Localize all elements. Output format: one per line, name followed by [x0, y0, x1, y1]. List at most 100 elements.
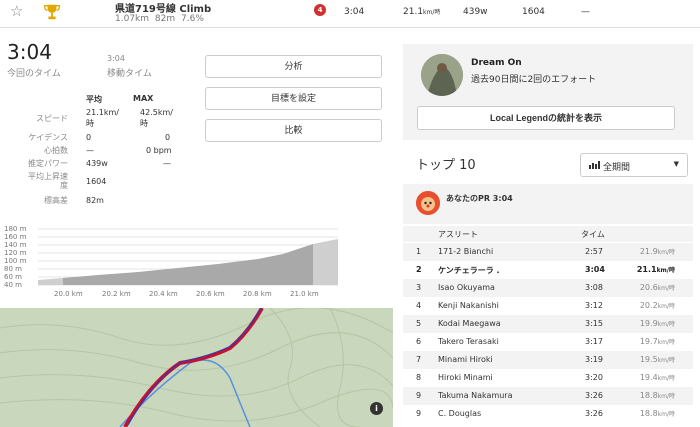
athlete-name[interactable]: ケンチェラーラ . [438, 265, 500, 276]
rank: 9 [416, 391, 422, 400]
leaderboard-row[interactable]: 2 ケンチェラーラ . 3:04 21.1km/時 [403, 261, 693, 279]
local-legend-card: Dream On 過去90日間に2回のエフォート Local Legendの統計… [403, 44, 693, 140]
stat-label-cadence: ケイデンス [28, 133, 68, 142]
leaderboard-row[interactable]: 5 Kodai Maegawa 3:15 19.9km/時 [403, 315, 693, 333]
effort-speed: 20.2km/時 [640, 301, 675, 310]
effort-time: 3:08 [585, 283, 603, 292]
analysis-button[interactable]: 分析 [205, 55, 382, 78]
summary-speed-value: 21.1 [403, 7, 424, 17]
local-legend-stats-button[interactable]: Local Legendの統計を表示 [417, 106, 675, 130]
local-legend-name[interactable]: Dream On [471, 58, 522, 68]
y-tick: 60 m [4, 273, 22, 281]
speed-value: 19.9 [639, 319, 658, 328]
set-goal-button[interactable]: 目標を設定 [205, 87, 382, 110]
rank: 9 [416, 409, 422, 418]
y-tick: 80 m [4, 265, 22, 273]
leaderboard-row[interactable]: 4 Kenji Nakanishi 3:12 20.2km/時 [403, 297, 693, 315]
elevation-after [313, 239, 338, 285]
stat-avg-vam: 1604 [86, 177, 107, 186]
athlete-name[interactable]: 171-2 Bianchi [438, 247, 493, 256]
stat-max-cadence: 0 [165, 133, 171, 142]
effort-time: 3:17 [585, 337, 603, 346]
athlete-name[interactable]: Takuma Nakamura [438, 391, 513, 400]
elevation-profile: 180 m 160 m 140 m 120 m 100 m 80 m 60 m … [0, 222, 395, 304]
segment-summary-row: ☆ 県道719号線 Climb 1.07km 82m 7.6% 4 3:04 2… [0, 0, 700, 28]
athlete-name[interactable]: Hiroki Minami [438, 373, 493, 382]
effort-time: 3:04 [7, 40, 52, 64]
leaderboard-row[interactable]: 6 Takero Terasaki 3:17 19.7km/時 [403, 333, 693, 351]
elevation-chart[interactable] [38, 227, 338, 289]
stat-label-vam: 平均上昇速度 [28, 172, 68, 190]
summary-time: 3:04 [344, 7, 365, 17]
x-tick: 20.2 km [102, 290, 131, 298]
leaderboard-row[interactable]: 9 Takuma Nakamura 3:26 18.8km/時 [403, 387, 693, 405]
segment-map[interactable]: i [0, 308, 393, 427]
stat-avg-elevdiff: 82m [86, 196, 104, 205]
map-terrain [0, 308, 393, 427]
speed-value: 20.6 [639, 283, 658, 292]
athlete-name[interactable]: Kenji Nakanishi [438, 301, 499, 310]
map-info-icon[interactable]: i [370, 402, 383, 415]
star-icon[interactable]: ☆ [10, 2, 23, 20]
segment-grade: 7.6% [181, 14, 204, 24]
pr-avatar[interactable] [416, 191, 440, 215]
athlete-name[interactable]: Isao Okuyama [438, 283, 495, 292]
summary-speed: 21.1km/時 [403, 7, 440, 17]
effort-speed: 21.9km/時 [640, 247, 675, 256]
segment-name-link[interactable]: 県道719号線 Climb [115, 0, 211, 15]
athlete-name[interactable]: Kodai Maegawa [438, 319, 501, 328]
stat-label-heartrate: 心拍数 [44, 146, 68, 155]
summary-power: 439w [463, 7, 488, 17]
col-time: タイム [581, 230, 605, 239]
athlete-name[interactable]: C. Douglas [438, 409, 481, 418]
rank: 3 [416, 283, 422, 292]
col-athlete: アスリート [438, 230, 478, 239]
segment-stats: 1.07km 82m 7.6% [115, 14, 204, 24]
speed-unit: km/時 [657, 249, 675, 256]
stats-col-avg: 平均 [86, 95, 102, 104]
effort-time: 2:57 [585, 247, 603, 256]
compare-button[interactable]: 比較 [205, 119, 382, 142]
stat-avg-cadence: 0 [86, 133, 92, 142]
athlete-name[interactable]: Minami Hiroki [438, 355, 493, 364]
stat-label-power: 推定パワー [28, 159, 68, 168]
athlete-name[interactable]: Takero Terasaki [438, 337, 499, 346]
rank-badge: 4 [314, 4, 326, 16]
effort-speed: 18.8km/時 [640, 391, 675, 400]
segment-elevation: 82m [154, 14, 176, 24]
effort-time-label: 今回のタイム [7, 69, 61, 79]
speed-unit: km/時 [657, 303, 675, 310]
stat-label-elevdiff: 標高差 [44, 196, 68, 205]
effort-speed: 19.9km/時 [640, 319, 675, 328]
elevation-before [38, 278, 63, 285]
x-tick: 20.8 km [243, 290, 272, 298]
leaderboard-row[interactable]: 8 Hiroki Minami 3:20 19.4km/時 [403, 369, 693, 387]
speed-unit: km/時 [656, 267, 675, 274]
leaderboard-row[interactable]: 3 Isao Okuyama 3:08 20.6km/時 [403, 279, 693, 297]
speed-unit: km/時 [657, 393, 675, 400]
speed-value: 19.7 [639, 337, 658, 346]
leaderboard-row[interactable]: 9 C. Douglas 3:26 18.8km/時 [403, 405, 693, 423]
speed-value: 21.1 [636, 265, 657, 274]
rank: 4 [416, 301, 422, 310]
chevron-down-icon: ▼ [673, 160, 679, 168]
stat-max-speed-value: 42.5km/ [140, 108, 173, 117]
x-tick: 21.0 km [290, 290, 319, 298]
pr-text: あなたのPR 3:04 [446, 194, 513, 203]
y-tick: 100 m [4, 257, 27, 265]
y-tick: 40 m [4, 281, 22, 289]
local-legend-avatar[interactable] [421, 54, 463, 96]
speed-unit: km/時 [657, 411, 675, 418]
stat-avg-power: 439w [86, 159, 108, 168]
stat-label-speed: スピード [36, 114, 68, 123]
summary-speed-unit: km/時 [423, 9, 441, 16]
leaderboard-header: アスリート タイム [403, 226, 693, 242]
period-select[interactable]: 全期間 ▼ [580, 153, 688, 177]
leaderboard-row[interactable]: 1 171-2 Bianchi 2:57 21.9km/時 [403, 243, 693, 261]
rank: 6 [416, 337, 422, 346]
leaderboard-row[interactable]: 7 Minami Hiroki 3:19 19.5km/時 [403, 351, 693, 369]
stat-avg-speed-unit: 時 [86, 119, 94, 128]
speed-value: 19.5 [639, 355, 658, 364]
leaderboard-title: トップ 10 [416, 158, 476, 173]
y-tick: 140 m [4, 241, 27, 249]
